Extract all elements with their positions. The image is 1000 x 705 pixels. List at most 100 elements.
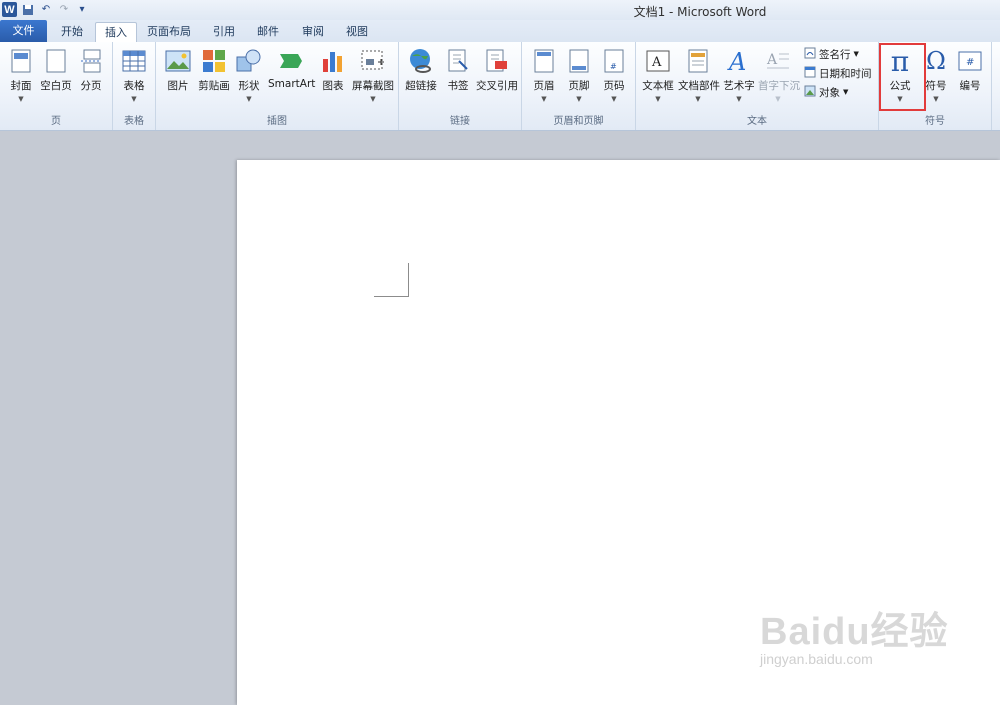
chevron-down-icon: ▼ <box>131 95 137 103</box>
margin-corner-mark <box>408 263 409 297</box>
cross-reference-icon <box>484 48 510 74</box>
wordart-label: 艺术字 <box>723 80 755 92</box>
tab-review[interactable]: 审阅 <box>293 22 333 42</box>
chevron-down-icon: ▼ <box>736 95 742 103</box>
shapes-label: 形状 <box>238 80 260 92</box>
group-label-pages: 页 <box>51 116 61 127</box>
bookmark-button[interactable]: 书签 <box>439 46 477 116</box>
hyperlink-label: 超链接 <box>405 80 437 92</box>
calendar-icon <box>804 66 816 81</box>
page-number-label: 页码 <box>603 80 625 92</box>
group-label-symbols: 符号 <box>925 116 945 127</box>
svg-text:#: # <box>610 62 617 71</box>
object-button[interactable]: 对象 ▼ <box>804 84 848 100</box>
bookmark-label: 书签 <box>447 80 469 92</box>
number-button[interactable]: # 编号 <box>951 46 989 116</box>
tab-insert[interactable]: 插入 <box>95 22 137 44</box>
globe-link-icon <box>408 48 434 74</box>
page-break-label: 分页 <box>80 80 102 92</box>
object-icon <box>804 85 816 100</box>
blank-page-button[interactable]: 空白页 <box>37 46 75 116</box>
header-icon <box>531 48 557 74</box>
footer-button[interactable]: 页脚 ▼ <box>560 46 598 116</box>
cover-page-button[interactable]: 封面 ▼ <box>2 46 40 116</box>
picture-icon <box>165 48 191 74</box>
tab-page-layout[interactable]: 页面布局 <box>140 22 198 42</box>
shapes-icon <box>236 48 262 74</box>
chevron-down-icon: ▼ <box>370 95 376 103</box>
equation-highlight-box <box>879 43 926 111</box>
picture-label: 图片 <box>167 80 189 92</box>
chevron-down-icon: ▼ <box>541 95 547 103</box>
cover-page-label: 封面 <box>10 80 32 92</box>
cover-page-icon <box>8 48 34 74</box>
blank-page-icon <box>43 48 69 74</box>
svg-text:A: A <box>727 48 746 74</box>
chevron-down-icon: ▼ <box>576 95 582 103</box>
wordart-icon: A <box>726 48 752 74</box>
smartart-button[interactable]: SmartArt <box>268 46 316 116</box>
blank-page-label: 空白页 <box>40 80 72 92</box>
wordart-button[interactable]: A 艺术字 ▼ <box>720 46 758 116</box>
page-number-button[interactable]: # 页码 ▼ <box>595 46 633 116</box>
group-pages: 封面 ▼ 空白页 分页 页 <box>0 42 113 130</box>
tab-home[interactable]: 开始 <box>50 22 94 42</box>
ribbon-tabs: 文件 开始 插入 页面布局 引用 邮件 审阅 视图 <box>0 20 1000 44</box>
date-time-label: 日期和时间 <box>819 67 872 80</box>
text-box-icon: A <box>645 48 671 74</box>
text-box-button[interactable]: A 文本框 ▼ <box>639 46 677 116</box>
page-break-button[interactable]: 分页 <box>72 46 110 116</box>
footer-label: 页脚 <box>568 80 590 92</box>
screenshot-button[interactable]: 屏幕截图 ▼ <box>351 46 395 116</box>
smartart-label: SmartArt <box>268 78 316 90</box>
omega-symbol-icon: Ω <box>926 47 946 75</box>
table-button[interactable]: 表格 ▼ <box>115 46 153 116</box>
header-button[interactable]: 页眉 ▼ <box>525 46 563 116</box>
group-label-illustrations: 插图 <box>267 116 287 127</box>
table-icon <box>121 48 147 74</box>
group-header-footer: 页眉 ▼ 页脚 ▼ # 页码 ▼ 页眉和页脚 <box>522 42 636 130</box>
footer-icon <box>566 48 592 74</box>
table-label: 表格 <box>123 80 145 92</box>
number-label: 编号 <box>959 80 981 92</box>
chevron-down-icon: ▼ <box>695 95 701 103</box>
hyperlink-button[interactable]: 超链接 <box>402 46 440 116</box>
group-label-tables: 表格 <box>124 116 144 127</box>
ribbon: 封面 ▼ 空白页 分页 页 表格 ▼ 表格 图片 剪贴画 形状 ▼ SmartA… <box>0 42 1000 131</box>
chevron-down-icon: ▼ <box>853 50 859 58</box>
chart-label: 图表 <box>322 80 344 92</box>
chevron-down-icon: ▼ <box>246 95 252 103</box>
shapes-button[interactable]: 形状 ▼ <box>230 46 268 116</box>
quick-parts-label: 文档部件 <box>678 80 720 92</box>
quick-parts-button[interactable]: 文档部件 ▼ <box>678 46 720 116</box>
margin-corner-mark <box>374 296 409 297</box>
chevron-down-icon: ▼ <box>18 95 24 103</box>
tab-file[interactable]: 文件 <box>0 20 47 42</box>
cross-reference-label: 交叉引用 <box>476 80 518 92</box>
cross-reference-button[interactable]: 交叉引用 <box>475 46 519 116</box>
clip-art-label: 剪贴画 <box>198 80 230 92</box>
tab-view[interactable]: 视图 <box>337 22 377 42</box>
title-bar: W ↶ ↷ ▾ 文档1 - Microsoft Word <box>0 0 1000 20</box>
chevron-down-icon: ▼ <box>775 95 781 103</box>
drop-cap-icon: A <box>765 48 791 74</box>
screenshot-icon <box>360 48 386 74</box>
tab-references[interactable]: 引用 <box>204 22 244 42</box>
chart-icon <box>320 48 346 74</box>
tab-mailings[interactable]: 邮件 <box>248 22 288 42</box>
smartart-icon <box>278 48 304 74</box>
chart-button[interactable]: 图表 <box>314 46 352 116</box>
group-label-text: 文本 <box>747 116 767 127</box>
signature-line-button[interactable]: 签名行 ▼ <box>804 46 859 62</box>
group-label-links: 链接 <box>450 116 470 127</box>
signature-line-label: 签名行 <box>819 48 851 61</box>
watermark-main: Baidu经验 <box>760 611 949 653</box>
number-glyph: # <box>966 57 974 68</box>
bookmark-icon <box>445 48 471 74</box>
clip-art-button[interactable]: 剪贴画 <box>195 46 233 116</box>
group-links: 超链接 书签 交叉引用 链接 <box>399 42 522 130</box>
window-title: 文档1 - Microsoft Word <box>633 5 767 19</box>
chevron-down-icon: ▼ <box>843 88 849 96</box>
picture-button[interactable]: 图片 <box>159 46 197 116</box>
date-time-button[interactable]: 日期和时间 <box>804 65 872 81</box>
